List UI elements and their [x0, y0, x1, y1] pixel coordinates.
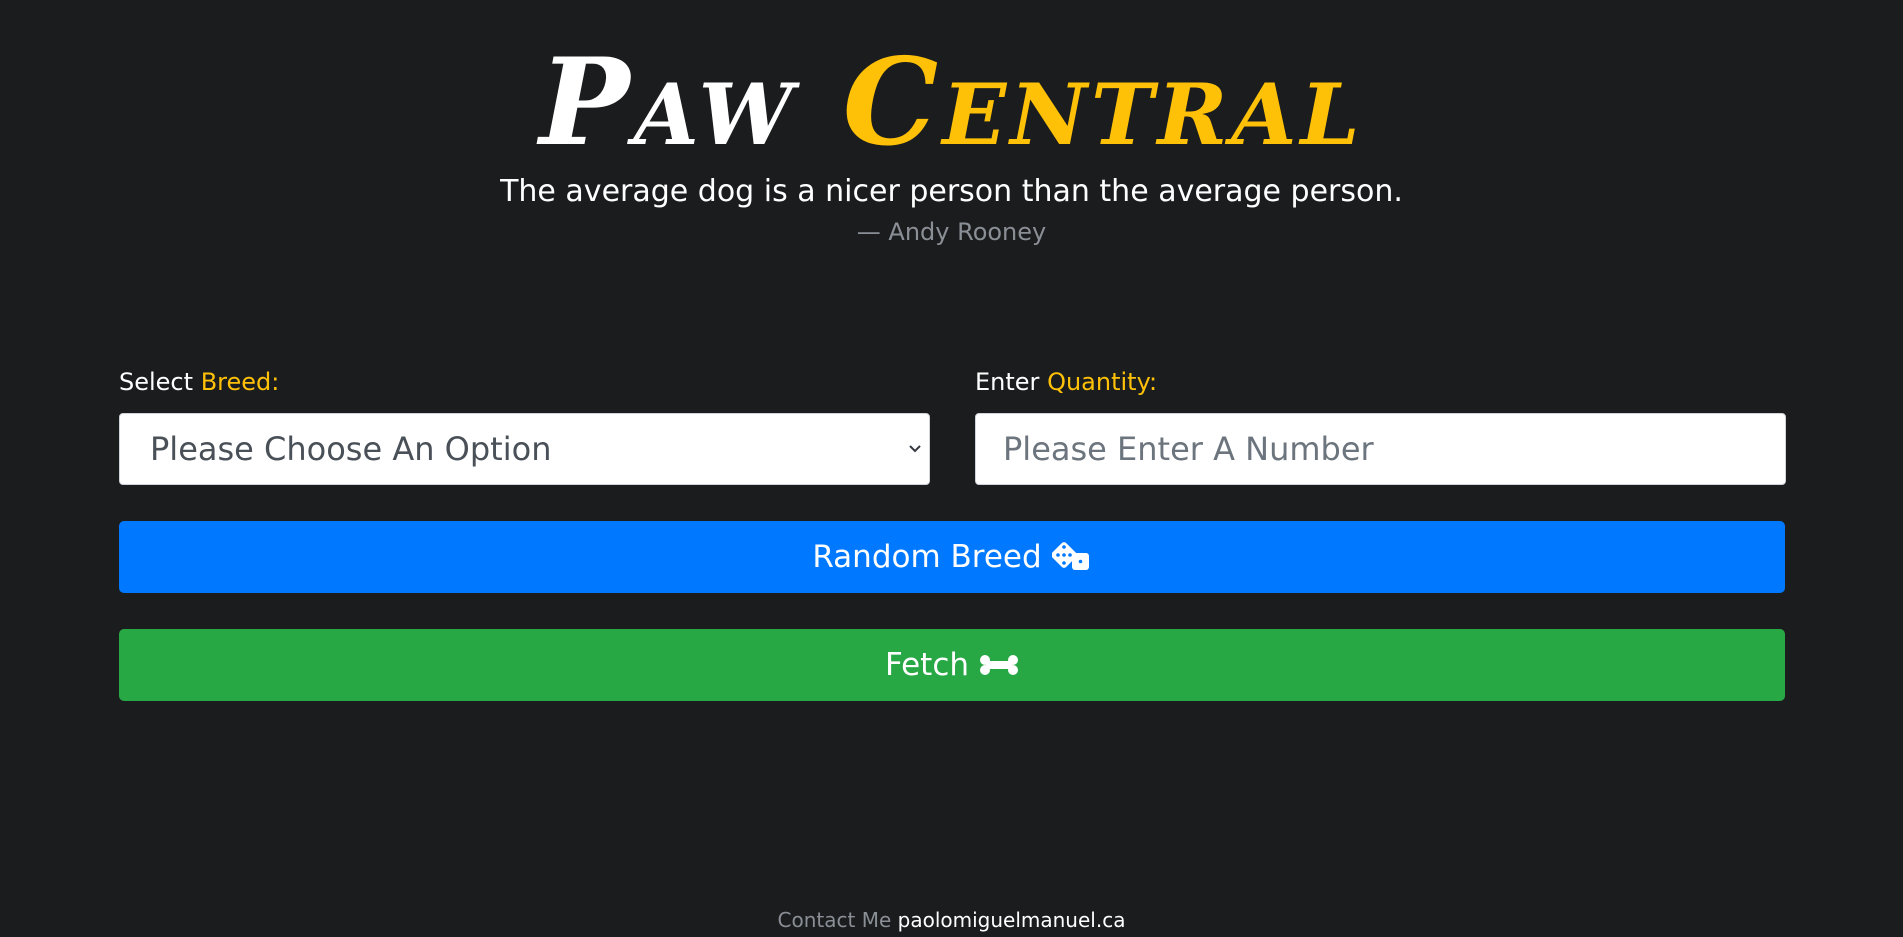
contact-link[interactable]: paolomiguelmanuel.ca [898, 908, 1126, 932]
breed-label-accent: Breed: [200, 368, 280, 396]
breed-select[interactable]: Please Choose An Option [119, 413, 930, 485]
title-central: Central [842, 32, 1364, 173]
breed-select-value: Please Choose An Option [150, 430, 552, 468]
fetch-button[interactable]: Fetch [119, 629, 1785, 701]
fetch-label: Fetch [884, 647, 970, 683]
page-title: Paw Central [0, 38, 1903, 168]
quantity-label: Enter Quantity: [975, 366, 1157, 398]
quantity-label-text: Enter [975, 368, 1040, 396]
quantity-label-accent: Quantity: [1047, 368, 1158, 396]
breed-label: Select Breed: [119, 366, 279, 398]
footer: Contact Me paolomiguelmanuel.ca [0, 906, 1903, 934]
quote-author: — Andy Rooney [856, 218, 1047, 246]
chevron-down-icon [909, 445, 921, 453]
contact-text: Contact Me [777, 908, 892, 932]
breed-label-text: Select [119, 368, 194, 396]
title-paw: Paw [539, 32, 797, 173]
bone-icon [980, 655, 1019, 675]
random-breed-button[interactable]: Random Breed [119, 521, 1785, 593]
dice-icon [1051, 542, 1089, 570]
quote-text: The average dog is a nicer person than t… [500, 174, 1403, 209]
quantity-field [975, 413, 1786, 485]
quantity-input[interactable] [1001, 429, 1765, 469]
random-breed-label: Random Breed [812, 539, 1042, 575]
page: Paw Central The average dog is a nicer p… [0, 0, 1903, 937]
